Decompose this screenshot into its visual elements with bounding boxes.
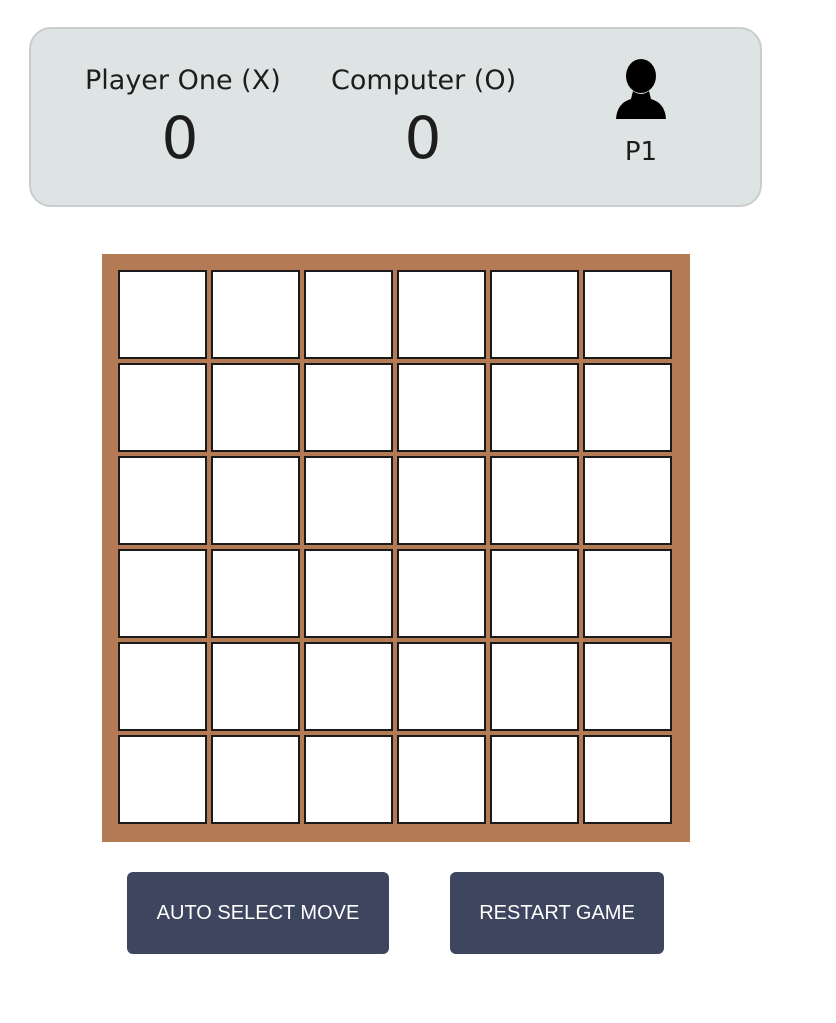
player-one-score-value: 0 [161, 104, 199, 172]
restart-game-button[interactable]: RESTART GAME [450, 872, 664, 954]
board-cell[interactable] [118, 549, 207, 638]
turn-indicator: P1 [611, 59, 671, 167]
board-cell[interactable] [397, 549, 486, 638]
board-cell[interactable] [397, 363, 486, 452]
computer-score-value: 0 [404, 104, 442, 172]
board-cell[interactable] [118, 642, 207, 731]
board-cell[interactable] [490, 642, 579, 731]
player-one-score: Player One (X) 0 [85, 63, 281, 173]
auto-select-move-button[interactable]: AUTO SELECT MOVE [127, 872, 389, 954]
board-cell[interactable] [211, 456, 300, 545]
board-cell[interactable] [490, 363, 579, 452]
board-cell[interactable] [583, 270, 672, 359]
board-cell[interactable] [490, 735, 579, 824]
board-cell[interactable] [304, 735, 393, 824]
person-icon [616, 59, 666, 119]
board-cell[interactable] [211, 270, 300, 359]
board-cell[interactable] [583, 735, 672, 824]
board-cell[interactable] [211, 363, 300, 452]
board-cell[interactable] [397, 642, 486, 731]
board-cell[interactable] [304, 456, 393, 545]
board-cell[interactable] [304, 549, 393, 638]
board-cell[interactable] [211, 549, 300, 638]
board-cell[interactable] [583, 642, 672, 731]
board-cell[interactable] [118, 456, 207, 545]
board-cell[interactable] [490, 456, 579, 545]
board-cell[interactable] [397, 456, 486, 545]
board-cell[interactable] [304, 363, 393, 452]
board-cell[interactable] [118, 363, 207, 452]
board-cell[interactable] [118, 735, 207, 824]
game-board [102, 254, 690, 842]
board-cell[interactable] [304, 642, 393, 731]
scoreboard: Player One (X) 0 Computer (O) 0 P1 [29, 27, 762, 207]
board-cell[interactable] [211, 735, 300, 824]
board-cell[interactable] [583, 363, 672, 452]
player-one-name: Player One (X) [85, 65, 281, 96]
board-cell[interactable] [397, 735, 486, 824]
board-cell[interactable] [397, 270, 486, 359]
board-cell[interactable] [211, 642, 300, 731]
computer-name: Computer (O) [331, 65, 517, 96]
board-cell[interactable] [490, 549, 579, 638]
current-turn-label: P1 [624, 137, 658, 167]
computer-score: Computer (O) 0 [331, 63, 517, 173]
board-cell[interactable] [583, 456, 672, 545]
board-cell[interactable] [304, 270, 393, 359]
board-cell[interactable] [583, 549, 672, 638]
board-cell[interactable] [490, 270, 579, 359]
board-cell[interactable] [118, 270, 207, 359]
